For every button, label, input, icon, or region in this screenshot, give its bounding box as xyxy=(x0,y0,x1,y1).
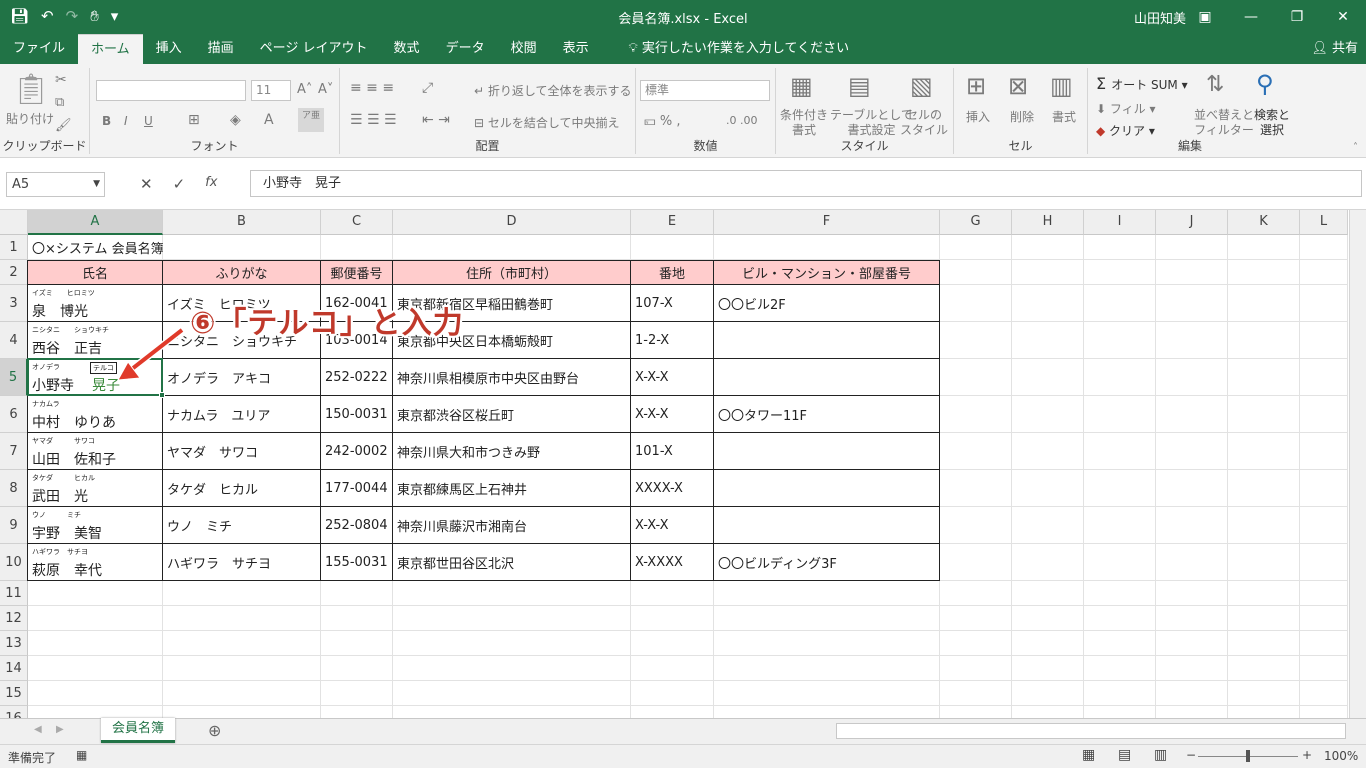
scroll-left-icon[interactable]: ◀ xyxy=(34,724,42,735)
macro-record-icon[interactable]: ▦ xyxy=(76,748,87,762)
status-ready: 準備完了 xyxy=(8,751,57,765)
horizontal-scrollbar[interactable] xyxy=(836,723,1346,739)
zoom-out-icon[interactable]: − xyxy=(1186,748,1196,762)
zoom-level[interactable]: 100% xyxy=(1324,749,1358,763)
normal-view-icon[interactable]: ▦ xyxy=(1082,747,1095,763)
status-bar: 準備完了 ▦ ▦ ▤ ▥ − + 100% xyxy=(0,744,1366,768)
page-layout-view-icon[interactable]: ▤ xyxy=(1118,747,1131,763)
scroll-right-icon[interactable]: ▶ xyxy=(56,724,64,735)
annotation-arrow xyxy=(117,327,185,381)
sheet-tab-active[interactable]: 会員名簿 xyxy=(101,718,175,743)
sheet-tab-bar: ◀ ▶ 会員名簿 ⊕ xyxy=(0,718,1366,744)
zoom-in-icon[interactable]: + xyxy=(1302,748,1312,762)
page-break-view-icon[interactable]: ▥ xyxy=(1154,747,1167,763)
add-sheet-icon[interactable]: ⊕ xyxy=(208,721,221,740)
zoom-slider-thumb[interactable] xyxy=(1246,750,1250,762)
